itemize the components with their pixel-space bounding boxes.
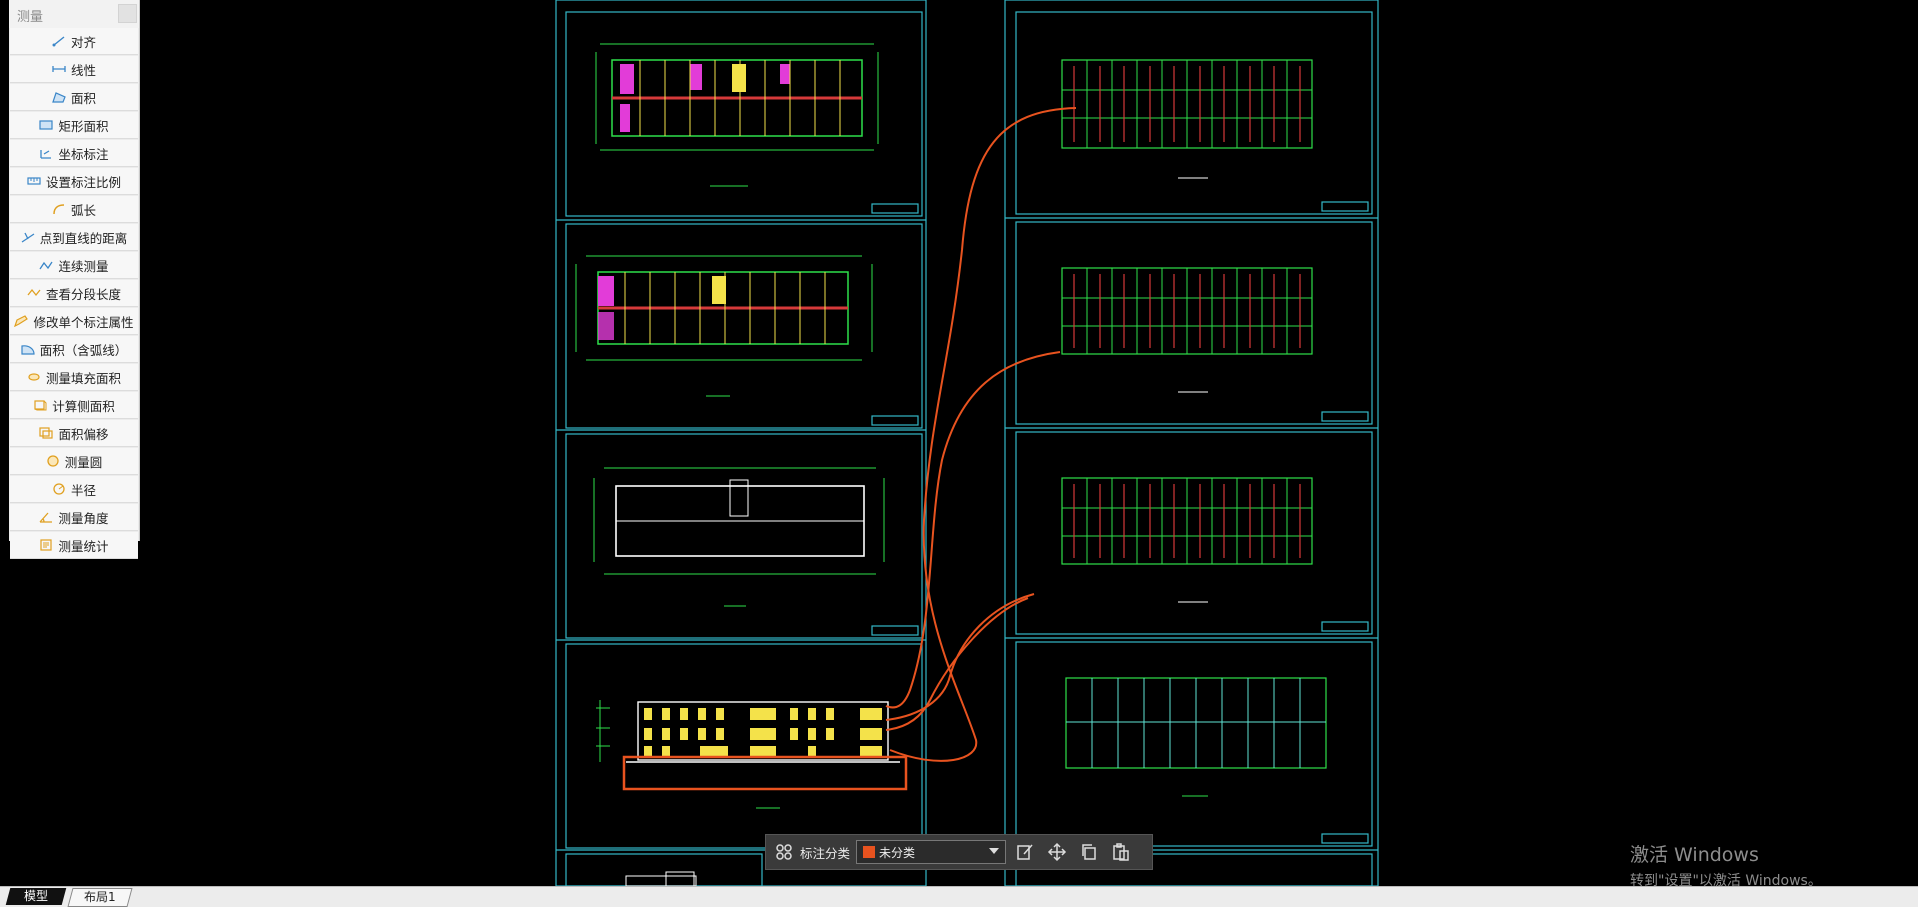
category-selected-value: 未分类 [879,845,916,860]
point-line-distance-icon [21,231,35,243]
tool-scale[interactable]: 设置标注比例 [10,168,138,195]
rect-area-icon [39,119,54,131]
paste-icon[interactable] [1108,839,1134,865]
tool-segment-length[interactable]: 查看分段长度 [10,280,138,307]
tool-label: 面积偏移 [58,426,109,442]
tool-label: 修改单个标注属性 [33,314,134,330]
tool-label: 坐标标注 [58,146,109,162]
tool-label: 设置标注比例 [45,174,121,190]
tool-area[interactable]: 面积 [10,84,138,111]
coordinate-icon [39,147,53,159]
tab-layout1-label: 布局1 [84,890,116,904]
chevron-down-icon [989,848,1000,854]
tool-edit-annotation[interactable]: 修改单个标注属性 [10,308,138,335]
tool-continuous-measure[interactable]: 连续测量 [10,252,138,279]
tab-layout1[interactable]: 布局1 [67,888,133,907]
floor-plan-2 [575,255,873,397]
panel-close-button[interactable] [118,4,137,23]
side-area-icon [33,399,47,411]
measure-panel: 测量 对齐线性面积矩形面积坐标标注设置标注比例 弧长点到直线的距离 连续测量查看分段… [9,0,140,559]
tool-area-offset[interactable]: 面积偏移 [10,420,138,447]
sheet-frames [555,0,1379,887]
panel-title: 测量 [17,10,44,25]
tool-fill-area[interactable]: 测量填充面积 [10,364,138,391]
tool-list: 对齐线性面积矩形面积坐标标注设置标注比例 弧长点到直线的距离 连续测量查看分段长度修… [9,28,139,559]
tool-label: 矩形面积 [58,118,109,134]
tool-label: 测量圆 [64,454,103,470]
partial-sheet [625,871,697,887]
scale-icon [27,175,41,187]
category-color-swatch [863,846,876,858]
tool-radius[interactable]: 半径 [10,476,138,503]
tool-arc-length[interactable]: 弧长 [10,196,138,223]
roof-plan [593,467,885,607]
annotation-category-select[interactable]: 未分类 [856,840,1007,864]
tool-arc-area[interactable]: 面积（含弧线） [10,336,138,363]
tool-label: 测量统计 [58,538,109,554]
tool-label: 点到直线的距离 [39,230,128,246]
tool-linear-measure[interactable]: 线性 [10,56,138,83]
tool-coordinate[interactable]: 坐标标注 [10,140,138,167]
tool-label: 测量角度 [58,510,109,526]
structural-plan-2 [1061,267,1313,393]
tool-label: 面积（含弧线） [39,342,128,358]
tool-point-line-distance[interactable]: 点到直线的距离 [10,224,138,251]
tool-label: 半径 [70,482,96,498]
tool-label: 对齐 [70,34,96,50]
tool-label: 线性 [70,62,96,78]
tool-label: 连续测量 [58,258,109,274]
edit-annotation-icon [14,315,29,327]
cad-drawing[interactable] [0,0,1918,887]
tool-label: 面积 [70,90,96,106]
segment-length-icon [27,287,41,299]
circle-measure-icon [46,455,60,467]
tool-label: 弧长 [70,202,96,218]
tool-circle-measure[interactable]: 测量圆 [10,448,138,475]
grid-icon[interactable] [774,842,794,862]
elevation-drawing [596,700,908,809]
structural-plan-1 [1061,59,1313,179]
annotation-category-label: 标注分类 [800,845,851,861]
drawing-canvas[interactable] [0,0,1918,887]
copy-icon[interactable] [1076,839,1102,865]
radius-icon [52,483,66,495]
tool-statistics[interactable]: 测量统计 [10,532,138,559]
arc-area-icon [21,343,35,355]
continuous-measure-icon [39,259,54,271]
annotation-toolbar: 标注分类 未分类 [765,834,1153,870]
tab-model[interactable]: 模型 [5,888,67,905]
structural-plan-3 [1061,477,1313,603]
tab-model-label: 模型 [23,889,48,903]
windows-activation-watermark: 激活 Windows 转到"设置"以激活 Windows。 [1630,840,1822,890]
angle-icon [39,511,53,523]
layout-tab-bar: 模型 布局1 [0,886,1918,907]
tool-label: 计算侧面积 [52,398,115,414]
align-measure-icon [52,35,66,47]
linear-measure-icon [52,63,66,75]
tool-label: 查看分段长度 [45,286,121,302]
panel-header: 测量 [9,0,139,28]
area-offset-icon [39,427,54,439]
area-icon [52,91,66,103]
tool-align-measure[interactable]: 对齐 [10,28,138,55]
fill-area-icon [27,371,41,383]
watermark-title: 激活 Windows [1630,844,1759,866]
statistics-icon [39,539,53,551]
tool-side-area[interactable]: 计算侧面积 [10,392,138,419]
move-icon[interactable] [1044,839,1070,865]
edit-icon[interactable] [1012,839,1038,865]
tool-label: 测量填充面积 [45,370,121,386]
structural-plan-4 [1065,677,1327,797]
tool-angle[interactable]: 测量角度 [10,504,138,531]
arc-length-icon [52,203,66,215]
floor-plan-1 [595,43,879,187]
tool-rect-area[interactable]: 矩形面积 [10,112,138,139]
